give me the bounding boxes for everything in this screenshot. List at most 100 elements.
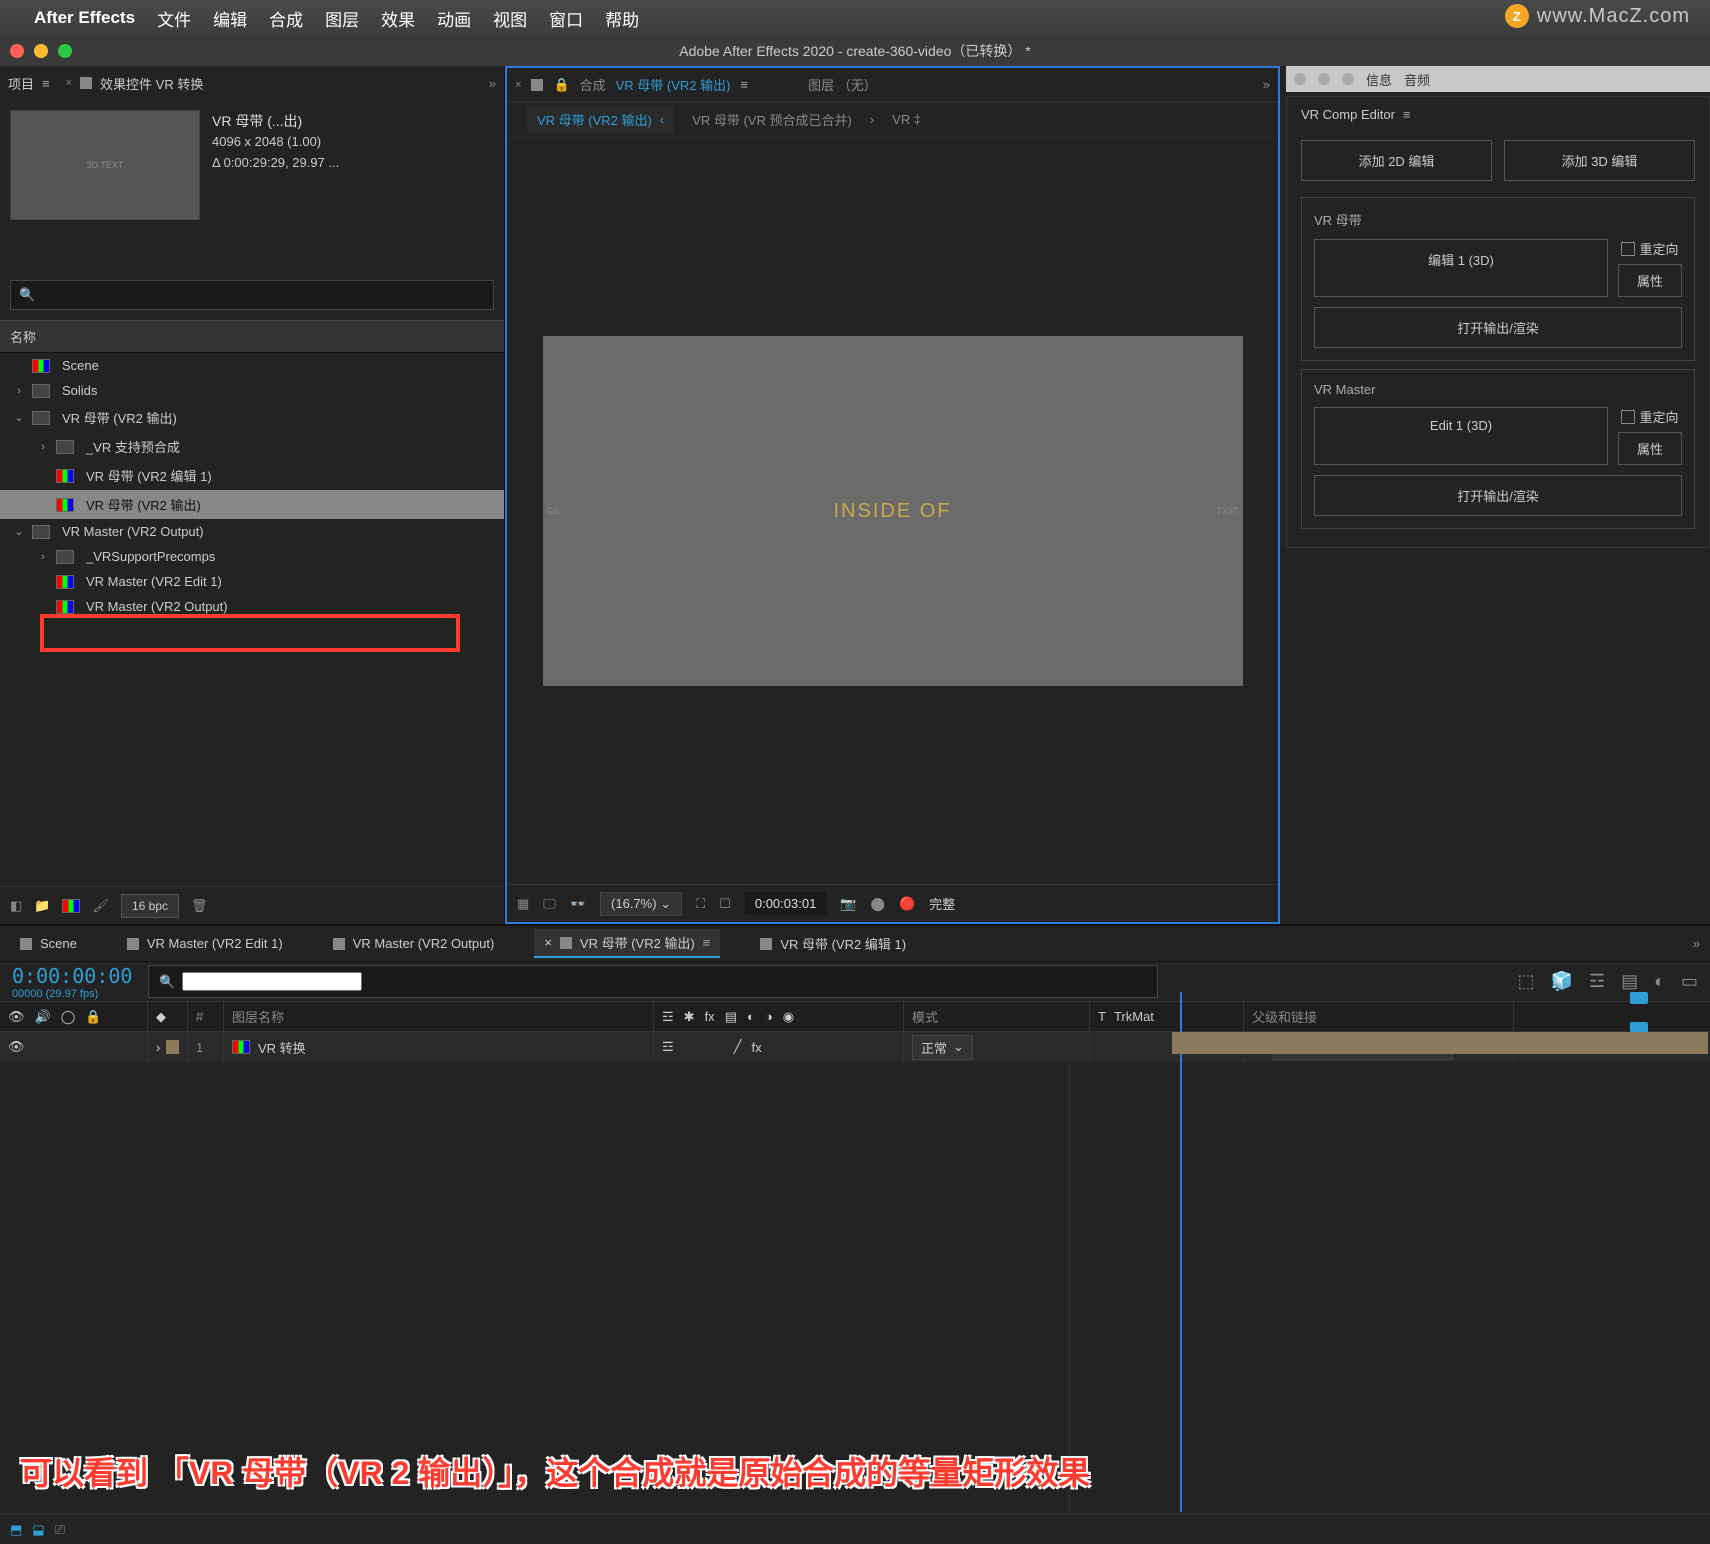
timeline-search-input[interactable] [182,972,362,991]
project-item[interactable]: ›Solids [0,378,504,403]
timeline-tab[interactable]: VR Master (VR2 Output) [323,932,505,955]
twirl-icon[interactable]: › [156,1040,160,1055]
project-tree[interactable]: Scene›Solids⌄VR 母带 (VR2 输出)›_VR 支持预合成VR … [0,353,504,886]
close-button[interactable] [1294,73,1306,85]
motion-blur-icon[interactable]: ◐ [1654,971,1665,992]
shy-icon[interactable]: ☲ [1589,971,1605,992]
edit1-3d-button[interactable]: 编辑 1 (3D) [1314,239,1608,297]
layer-duration-bar[interactable] [1172,1032,1708,1054]
menu-window[interactable]: 窗口 [549,6,583,31]
timeline-tab[interactable]: ×VR 母带 (VR2 输出)≡ [534,929,720,958]
col-layer-name[interactable]: 图层名称 [224,1002,654,1031]
shy-switch[interactable]: ☲ [662,1039,674,1055]
overflow-icon[interactable]: » [1693,936,1700,951]
properties-button[interactable]: 属性 [1618,432,1682,465]
resolution-icon[interactable]: ⛶ [696,896,705,912]
bit-depth-button[interactable]: 16 bpc [121,894,179,918]
viewer-area[interactable]: GE INSIDE OF TX3T [507,138,1278,884]
project-item[interactable]: ⌄VR Master (VR2 Output) [0,519,504,544]
breadcrumb-item[interactable]: VR ‡ [892,112,921,127]
footer-icon[interactable]: ⬒ [10,1522,22,1538]
eye-toggle[interactable]: 👁 [8,1039,25,1055]
project-search[interactable]: 🔍 [10,280,494,310]
col-mode[interactable]: 模式 [904,1002,1090,1031]
panel-menu-icon[interactable]: ≡ [1403,107,1411,122]
menu-effect[interactable]: 效果 [381,6,415,31]
fx-switch[interactable]: fx [751,1040,761,1055]
graph-editor-icon[interactable]: ▭ [1681,971,1698,992]
project-item[interactable]: Scene [0,353,504,378]
close-button[interactable] [10,44,24,58]
brush-icon[interactable]: 🖌 [92,898,109,914]
project-item[interactable]: VR Master (VR2 Edit 1) [0,569,504,594]
draft3d-icon[interactable]: 🧊 [1551,971,1573,992]
monitor-icon[interactable]: 🖵 [543,896,556,912]
app-name[interactable]: After Effects [34,8,135,28]
trash-icon[interactable]: 🗑 [191,898,208,914]
marker-icon[interactable] [1630,992,1648,1004]
comp-mini-flowchart-icon[interactable]: ⬚ [1518,971,1535,992]
viewer-timecode[interactable]: 0:00:03:01 [745,892,826,915]
col-switches[interactable]: ☲ ✱ fx ▤ ◐ ◑ ◉ [654,1002,904,1031]
minimize-button[interactable] [34,44,48,58]
collapse-switch[interactable]: ╱ [734,1039,742,1055]
twirl-icon[interactable]: ⌄ [12,411,26,424]
maximize-button[interactable] [1342,73,1354,85]
timeline-tab[interactable]: VR Master (VR2 Edit 1) [117,932,293,955]
playhead[interactable] [1180,992,1182,1512]
breadcrumb-item[interactable]: VR 母带 (VR 预合成已合并) [692,110,852,129]
properties-button[interactable]: 属性 [1618,264,1682,297]
overflow-icon[interactable]: » [1263,77,1270,92]
col-trkmat[interactable]: TTrkMat [1090,1002,1244,1031]
timeline-tab[interactable]: Scene [10,932,87,955]
close-icon[interactable]: × [66,77,72,89]
chevron-left-icon[interactable]: ‹ [660,112,664,127]
project-item[interactable]: ›_VRSupportPrecomps [0,544,504,569]
reorient-checkbox[interactable]: 重定向 [1621,407,1678,426]
mask-icon[interactable]: ☐ [719,896,731,912]
vr-icon[interactable]: 👓 [570,896,586,912]
col-number[interactable]: # [188,1002,224,1031]
interpret-icon[interactable]: ◧ [10,898,22,914]
overflow-icon[interactable]: » [489,76,496,91]
maximize-button[interactable] [58,44,72,58]
lock-icon[interactable]: 🔒 [553,77,569,93]
layer-name[interactable]: VR 转换 [258,1038,306,1057]
resolution-dropdown[interactable]: 完整 [929,894,955,913]
twirl-icon[interactable]: › [12,385,26,397]
twirl-icon[interactable]: › [36,441,50,453]
color-mgmt-icon[interactable]: 🔴 [899,896,915,912]
footer-icon[interactable]: ⎚ [55,1522,65,1538]
tab-project[interactable]: 项目 ≡ [8,74,50,93]
frame-blend-icon[interactable]: ▤ [1621,971,1638,992]
breadcrumb-current[interactable]: VR 母带 (VR2 输出) ‹ [527,106,674,133]
close-icon[interactable]: × [544,935,552,950]
col-av-features[interactable]: 👁 🔊 ◯ 🔒 [0,1002,148,1031]
project-item[interactable]: VR 母带 (VR2 编辑 1) [0,461,504,490]
new-folder-icon[interactable]: 📁 [34,898,50,914]
footer-icon[interactable]: ⬓ [32,1522,44,1538]
column-header-name[interactable]: 名称 [0,320,504,353]
reorient-checkbox[interactable]: 重定向 [1621,239,1678,258]
tab-effect-controls[interactable]: × 效果控件 VR 转换 [66,74,204,93]
open-output-button[interactable]: 打开输出/渲染 [1314,307,1682,348]
project-item[interactable]: ›_VR 支持预合成 [0,432,504,461]
layer-tab[interactable]: 图层 （无） [808,75,877,94]
menu-animation[interactable]: 动画 [437,6,471,31]
minimize-button[interactable] [1318,73,1330,85]
menu-edit[interactable]: 编辑 [213,6,247,31]
label-icon[interactable]: ◆ [156,1009,166,1025]
add-3d-edit-button[interactable]: 添加 3D 编辑 [1504,140,1695,181]
panel-menu-icon[interactable]: ≡ [740,77,748,92]
comp-tab-name[interactable]: VR 母带 (VR2 输出) [616,75,731,94]
twirl-icon[interactable]: ⌄ [12,525,26,538]
open-output-button[interactable]: 打开输出/渲染 [1314,475,1682,516]
label-color[interactable] [166,1040,179,1054]
blend-mode-dropdown[interactable]: 正常⌄ [912,1035,973,1060]
col-parent[interactable]: 父级和链接 [1244,1002,1514,1031]
project-search-input[interactable] [43,288,485,303]
menu-file[interactable]: 文件 [157,6,191,31]
menu-help[interactable]: 帮助 [605,6,639,31]
grid-icon[interactable]: ▦ [517,896,529,912]
new-comp-icon[interactable] [62,899,80,913]
